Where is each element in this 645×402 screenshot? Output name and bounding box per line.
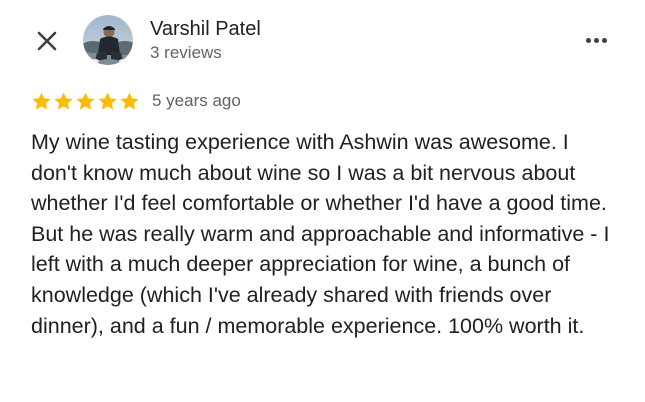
- more-options-button[interactable]: [580, 28, 612, 52]
- close-icon: [37, 31, 57, 51]
- star-icon: [54, 92, 73, 110]
- author-name[interactable]: Varshil Patel: [150, 17, 261, 41]
- author-review-count: 3 reviews: [150, 43, 222, 62]
- star-icon: [120, 92, 139, 110]
- rating-row: 5 years ago: [31, 88, 241, 114]
- profile-photo: [83, 15, 133, 65]
- more-horizontal-icon: [585, 37, 591, 43]
- star-icon: [98, 92, 117, 110]
- review-time: 5 years ago: [152, 91, 241, 110]
- star-rating: [31, 91, 140, 112]
- review-text: My wine tasting experience with Ashwin w…: [31, 130, 610, 338]
- star-icon: [32, 92, 51, 110]
- close-button[interactable]: [32, 26, 62, 56]
- star-icon: [76, 92, 95, 110]
- avatar[interactable]: [83, 15, 133, 65]
